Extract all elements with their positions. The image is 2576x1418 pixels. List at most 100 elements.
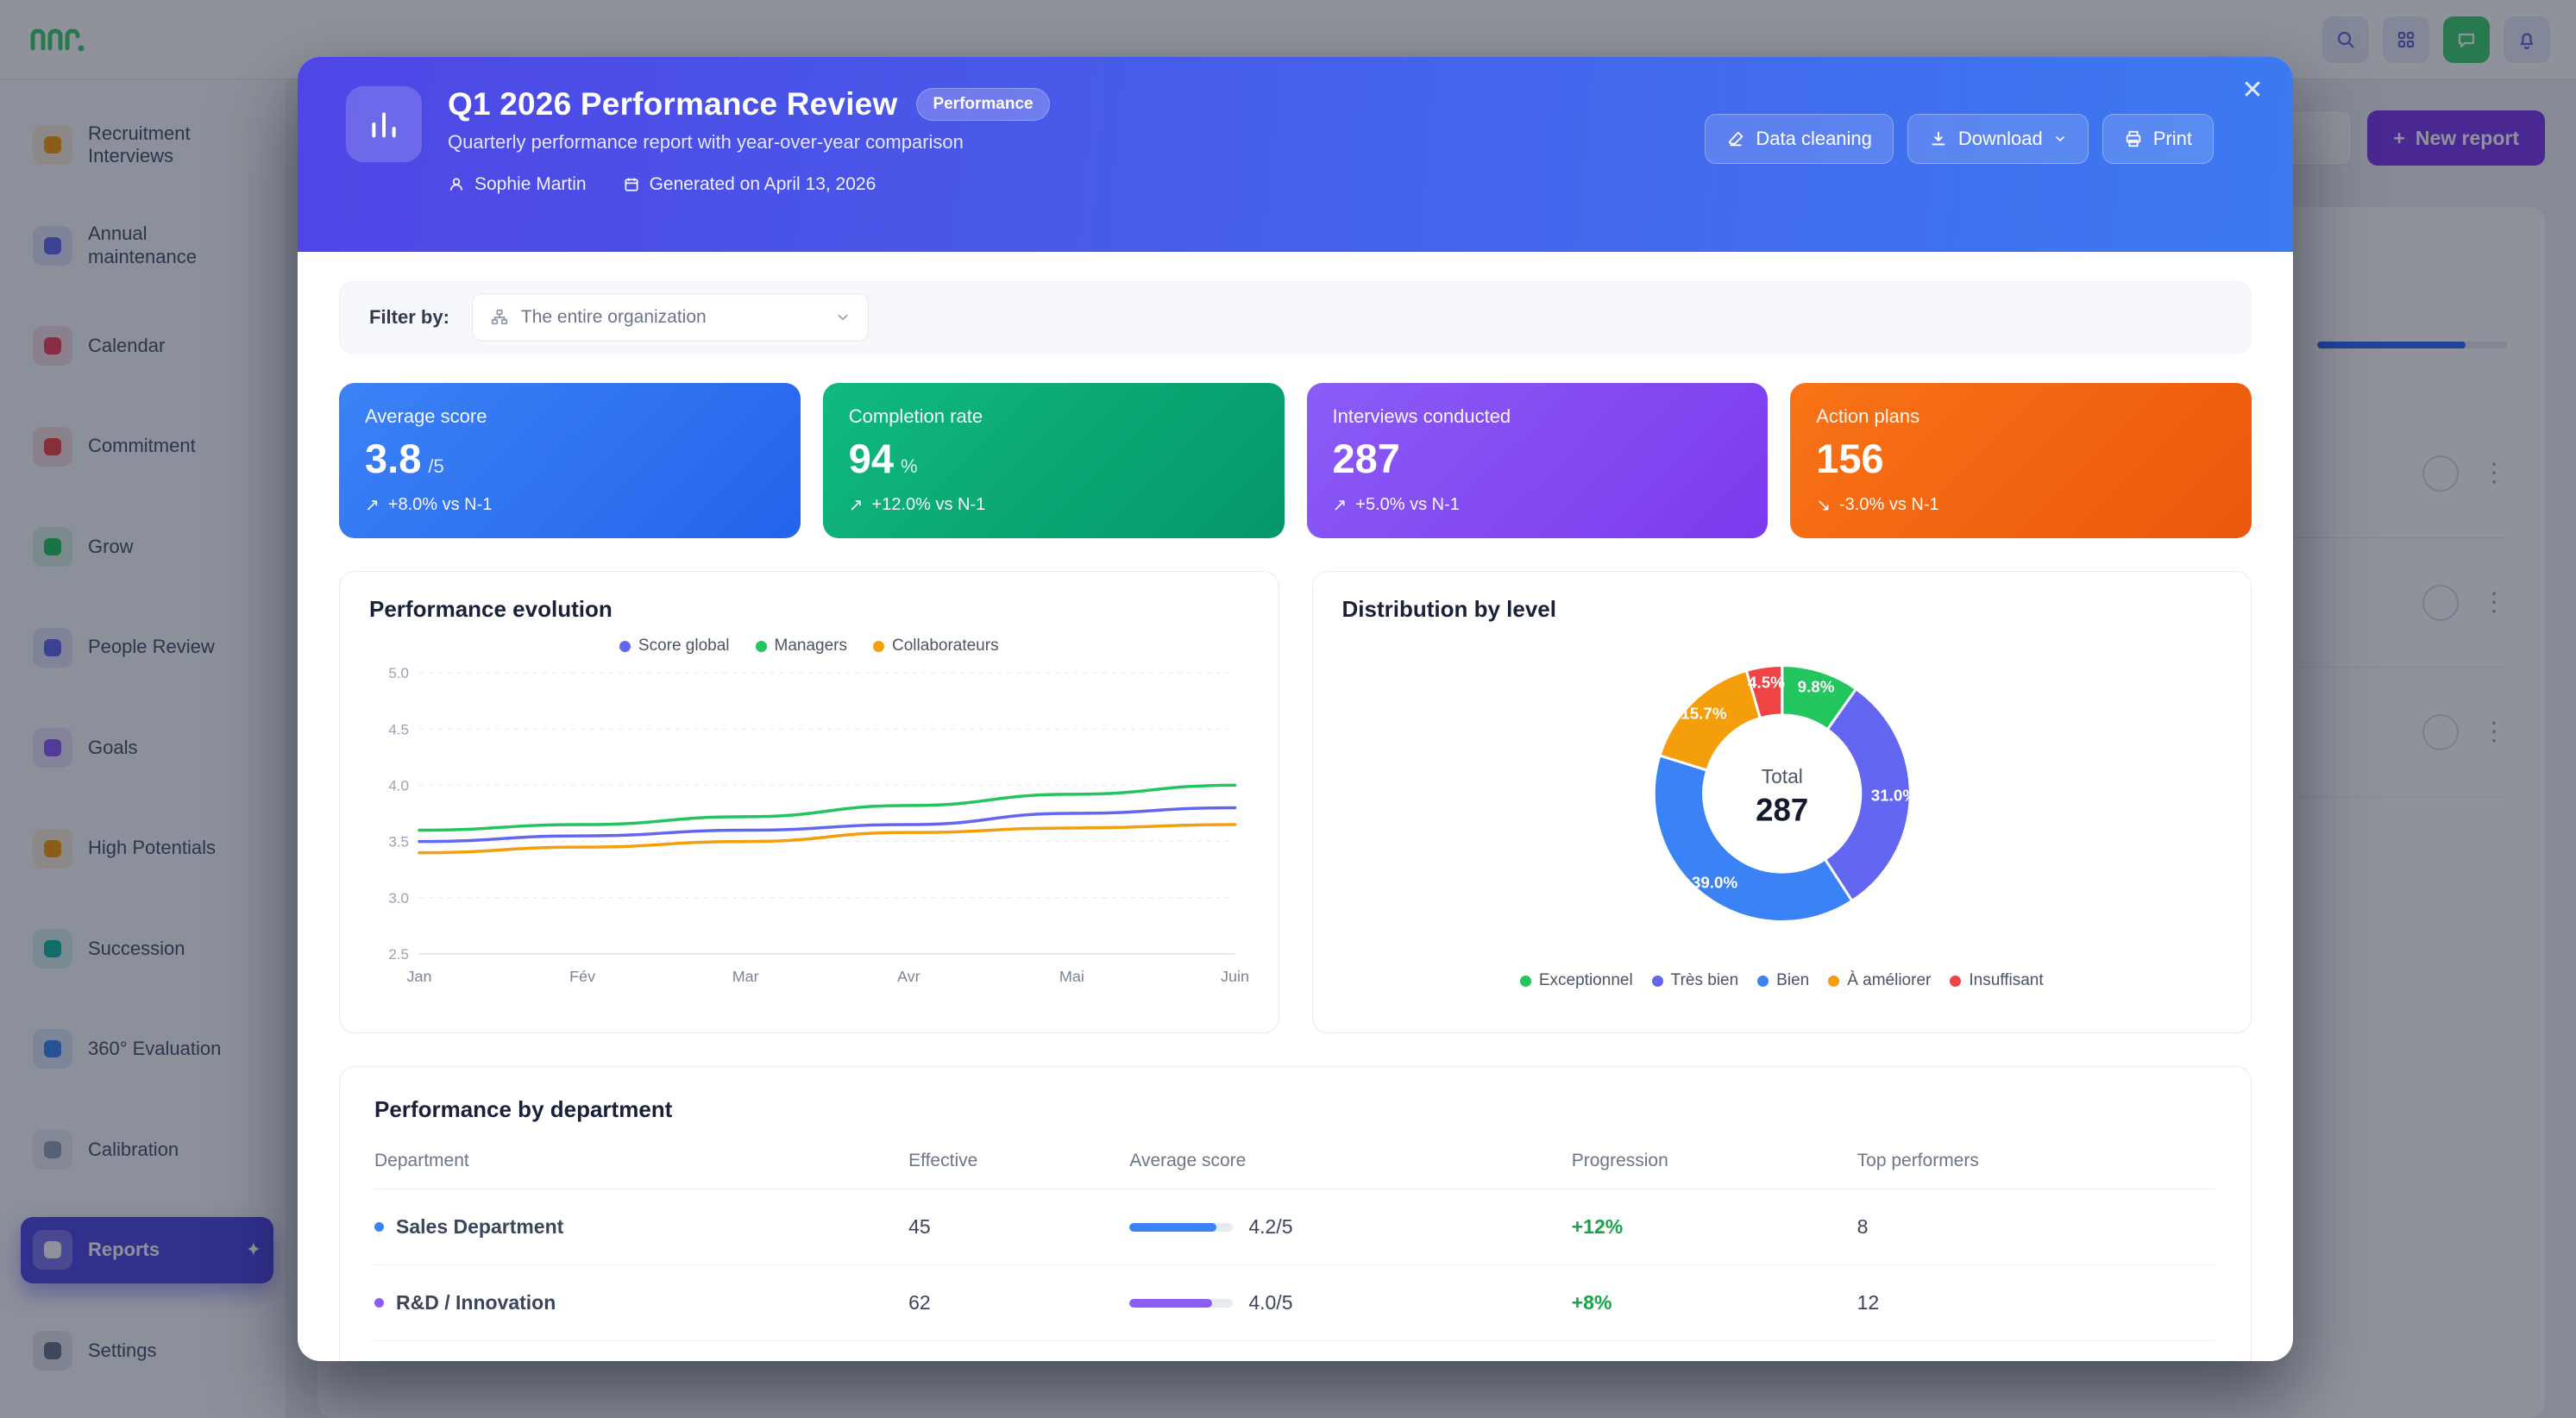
department-name: R&D / Innovation — [396, 1291, 556, 1314]
table-row[interactable]: Sales Department 45 4.2/5 +12% 8 — [374, 1189, 2216, 1265]
svg-text:4.5%: 4.5% — [1748, 674, 1785, 692]
legend-label: Exceptionnel — [1539, 971, 1633, 990]
generated-date: Generated on April 13, 2026 — [623, 174, 876, 195]
department-dot — [374, 1222, 384, 1232]
filter-bar: Filter by: The entire organization — [339, 281, 2252, 354]
bar-chart-icon — [346, 86, 422, 162]
svg-text:Total: Total — [1761, 765, 1802, 787]
column-header: Average score — [1129, 1142, 1571, 1189]
legend-label: Insuffisant — [1969, 971, 2043, 990]
legend-dot — [1520, 976, 1531, 987]
legend-item: Insuffisant — [1950, 971, 2043, 990]
legend-label: Managers — [775, 637, 848, 656]
top-performers-value: 12 — [1857, 1265, 2216, 1341]
stat-delta-label: +12.0% vs N-1 — [872, 495, 986, 515]
chart-title: Distribution by level — [1342, 596, 2222, 623]
column-header: Department — [374, 1142, 908, 1189]
stat-value: 156 — [1816, 435, 1883, 482]
svg-text:15.7%: 15.7% — [1681, 704, 1727, 722]
chevron-down-icon — [835, 310, 851, 325]
svg-text:5.0: 5.0 — [388, 665, 409, 681]
stat-card: Average score 3.8/5 ↗+8.0% vs N-1 — [339, 383, 801, 538]
table-title: Performance by department — [374, 1096, 2216, 1123]
score-bar — [1129, 1223, 1233, 1232]
stat-card: Completion rate 94% ↗+12.0% vs N-1 — [823, 383, 1285, 538]
score-value: 4.2/5 — [1248, 1215, 1292, 1239]
person-icon — [448, 176, 465, 193]
download-button[interactable]: Download — [1907, 114, 2089, 164]
column-header: Progression — [1572, 1142, 1857, 1189]
legend-dot — [1757, 976, 1769, 987]
department-name: Sales Department — [396, 1215, 563, 1239]
legend-dot — [1652, 976, 1663, 987]
table-header: Department Effective Average score Progr… — [374, 1142, 2216, 1189]
legend-label: Score global — [638, 637, 730, 656]
data-cleaning-label: Data cleaning — [1756, 128, 1872, 150]
legend-label: Bien — [1776, 971, 1809, 990]
legend-dot — [1950, 976, 1961, 987]
stat-value: 94 — [849, 435, 894, 482]
stat-card: Action plans 156 ↘-3.0% vs N-1 — [1790, 383, 2252, 538]
eraser-icon — [1726, 129, 1745, 148]
report-modal: Q1 2026 Performance Review Performance Q… — [298, 57, 2293, 1361]
svg-text:Fév: Fév — [569, 968, 595, 985]
download-label: Download — [1958, 128, 2043, 150]
line-chart-legend: Score global Managers Collaborateurs — [369, 637, 1249, 656]
column-header: Top performers — [1857, 1142, 2216, 1189]
distribution-by-level-card: Distribution by level 9.8% 31.0% 39.0% 15.7… — [1312, 571, 2252, 1033]
author-name: Sophie Martin — [474, 174, 587, 195]
data-cleaning-button[interactable]: Data cleaning — [1705, 114, 1894, 164]
stat-delta-label: +8.0% vs N-1 — [388, 495, 493, 515]
trend-icon: ↘ — [1816, 494, 1831, 516]
performance-badge: Performance — [916, 88, 1049, 121]
column-header: Effective — [908, 1142, 1129, 1189]
stat-value: 3.8 — [365, 435, 421, 482]
donut-chart-legend: Exceptionnel Très bien Bien À améliorer … — [1342, 971, 2222, 990]
stat-card: Interviews conducted 287 ↗+5.0% vs N-1 — [1307, 383, 1769, 538]
stat-label: Completion rate — [849, 405, 1259, 428]
stat-delta-label: +5.0% vs N-1 — [1355, 495, 1460, 515]
progression-value: +8% — [1572, 1265, 1857, 1341]
stat-cards: Average score 3.8/5 ↗+8.0% vs N-1 Comple… — [339, 383, 2252, 538]
effective-value: 45 — [908, 1189, 1129, 1265]
svg-text:Jan: Jan — [406, 968, 431, 985]
table-row[interactable]: R&D / Innovation 62 4.0/5 +8% 12 — [374, 1265, 2216, 1341]
print-button[interactable]: Print — [2102, 114, 2214, 164]
org-chart-icon — [490, 308, 509, 327]
svg-text:Avr: Avr — [897, 968, 920, 985]
legend-item: Exceptionnel — [1520, 971, 1633, 990]
svg-text:287: 287 — [1756, 793, 1808, 828]
svg-text:3.0: 3.0 — [388, 890, 409, 907]
stat-label: Average score — [365, 405, 775, 428]
legend-item: Très bien — [1652, 971, 1739, 990]
modal-header: Q1 2026 Performance Review Performance Q… — [298, 57, 2293, 252]
effective-value: 62 — [908, 1265, 1129, 1341]
printer-icon — [2124, 129, 2143, 148]
legend-item: Collaborateurs — [873, 637, 999, 656]
legend-label: Très bien — [1671, 971, 1739, 990]
print-label: Print — [2153, 128, 2192, 150]
filter-label: Filter by: — [369, 306, 449, 329]
close-icon[interactable]: ✕ — [2233, 71, 2272, 110]
download-icon — [1929, 129, 1948, 148]
organization-select[interactable]: The entire organization — [472, 293, 869, 342]
progression-value: +12% — [1572, 1189, 1857, 1265]
distribution-donut-chart: 9.8% 31.0% 39.0% 15.7% 4.5% Total 287 — [1342, 624, 2222, 966]
score-value: 4.0/5 — [1248, 1291, 1292, 1314]
performance-evolution-card: Performance evolution Score global Manag… — [339, 571, 1279, 1033]
calendar-icon — [623, 176, 640, 193]
legend-item: Bien — [1757, 971, 1809, 990]
svg-text:31.0%: 31.0% — [1870, 786, 1917, 804]
svg-text:3.5: 3.5 — [388, 834, 409, 850]
svg-text:9.8%: 9.8% — [1797, 677, 1834, 695]
performance-line-chart: 2.53.03.54.04.55.0JanFévMarAvrMaiJuin — [369, 659, 1249, 997]
svg-text:Mai: Mai — [1059, 968, 1084, 985]
generated-label: Generated on April 13, 2026 — [650, 174, 876, 195]
svg-text:4.0: 4.0 — [388, 777, 409, 794]
author: Sophie Martin — [448, 174, 587, 195]
stat-unit: /5 — [428, 455, 443, 478]
report-subtitle: Quarterly performance report with year-o… — [448, 131, 1050, 154]
trend-icon: ↗ — [1333, 494, 1348, 516]
svg-text:39.0%: 39.0% — [1691, 873, 1737, 891]
chart-title: Performance evolution — [369, 596, 1249, 623]
